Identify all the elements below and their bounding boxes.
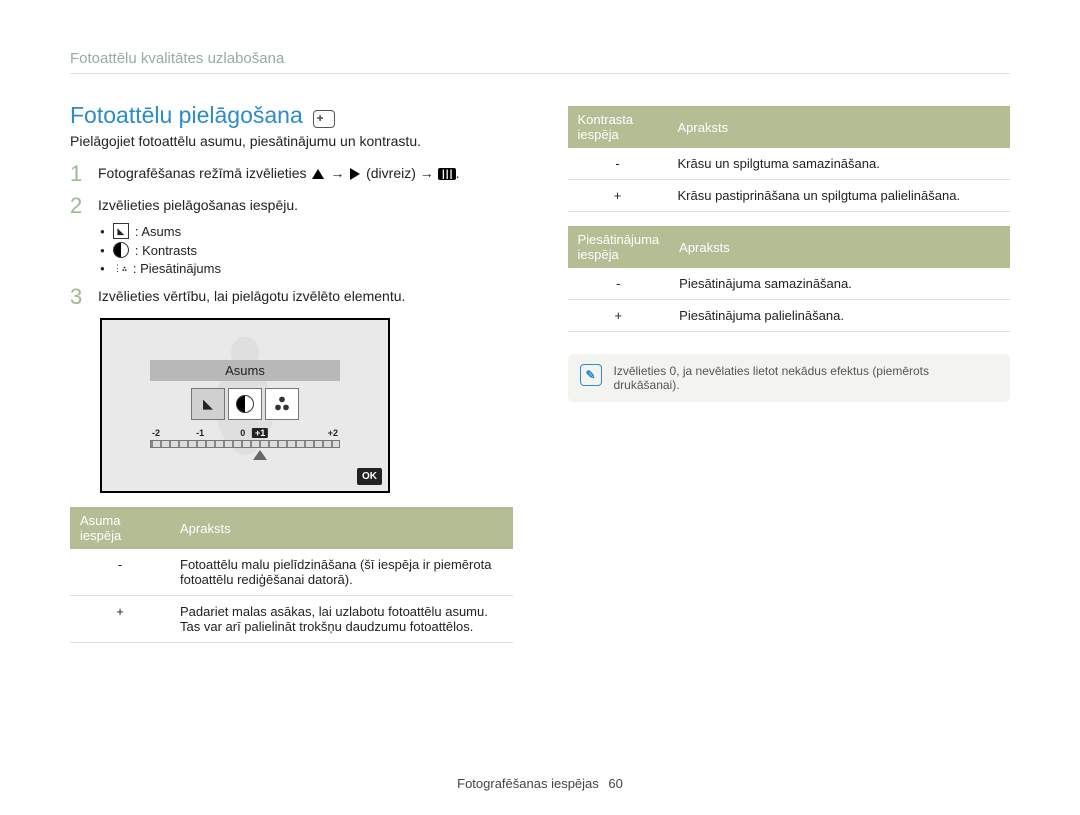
cell-sign: +	[70, 596, 170, 643]
bullet-saturation: : Piesātinājums	[100, 261, 513, 276]
table-row: - Krāsu un spilgtuma samazināšana.	[568, 148, 1011, 180]
table-row: - Fotoattēlu malu pielīdzināšana (šī ies…	[70, 549, 513, 596]
cell-desc: Piesātinājuma palielināšana.	[669, 300, 1010, 332]
th-desc: Apraksts	[170, 507, 513, 549]
up-triangle-icon	[312, 169, 324, 179]
step-3-text: Izvēlieties vērtību, lai pielāgotu izvēl…	[98, 286, 405, 308]
table-row: - Piesātinājuma samazināšana.	[568, 268, 1011, 300]
step-number: 3	[70, 286, 88, 308]
tick: 0	[240, 428, 245, 438]
cell-desc: Padariet malas asākas, lai uzlabotu foto…	[170, 596, 513, 643]
sharpness-table: Asuma iespēja Apraksts - Fotoattēlu malu…	[70, 507, 513, 643]
note-box: ✎ Izvēlieties 0, ja nevēlaties lietot ne…	[568, 354, 1011, 402]
sharpness-icon: ◣	[113, 223, 129, 239]
lcd-param-label: Asums	[150, 360, 340, 381]
cell-sign: -	[70, 549, 170, 596]
content-columns: Fotoattēlu pielāgošana Pielāgojiet fotoa…	[70, 102, 1010, 643]
th-option: Kontrasta iespēja	[568, 106, 668, 148]
cell-desc: Fotoattēlu malu pielīdzināšana (šī iespē…	[170, 549, 513, 596]
cell-sign: +	[568, 180, 668, 212]
page-number: 60	[608, 776, 622, 791]
cell-desc: Krāsu pastiprināšana un spilgtuma paliel…	[668, 180, 1011, 212]
step-2: 2 Izvēlieties pielāgošanas iespēju.	[70, 195, 513, 217]
th-desc: Apraksts	[669, 226, 1010, 268]
step-1: 1 Fotografēšanas režīmā izvēlieties → (d…	[70, 163, 513, 185]
table-row: + Krāsu pastiprināšana un spilgtuma pali…	[568, 180, 1011, 212]
contrast-icon	[113, 242, 129, 258]
table-row: + Piesātinājuma palielināšana.	[568, 300, 1011, 332]
slider-track	[150, 440, 340, 448]
right-column: Kontrasta iespēja Apraksts - Krāsu un sp…	[568, 102, 1011, 643]
step-number: 1	[70, 163, 88, 185]
intro-text: Pielāgojiet fotoattēlu asumu, piesātināj…	[70, 133, 513, 149]
table-row: + Padariet malas asākas, lai uzlabotu fo…	[70, 596, 513, 643]
option-bullets: ◣ : Asums : Kontrasts : Piesātinājums	[100, 223, 513, 276]
page: Fotoattēlu kvalitātes uzlabošana Fotoatt…	[0, 0, 1080, 815]
step-2-text: Izvēlieties pielāgošanas iespēju.	[98, 195, 298, 217]
bullet-contrast-label: : Kontrasts	[135, 243, 197, 258]
step-1-text: Fotografēšanas režīmā izvēlieties → (div…	[98, 163, 460, 185]
bullet-sharpness-label: : Asums	[135, 224, 181, 239]
table-header-row: Piesātinājuma iespēja Apraksts	[568, 226, 1011, 268]
footer: Fotografēšanas iespējas 60	[0, 776, 1080, 791]
table-header-row: Kontrasta iespēja Apraksts	[568, 106, 1011, 148]
slider-thumb-icon	[253, 450, 267, 460]
bullet-contrast: : Kontrasts	[100, 242, 513, 258]
title-row: Fotoattēlu pielāgošana	[70, 102, 513, 129]
lcd-contrast-icon[interactable]	[228, 388, 262, 420]
th-option: Piesātinājuma iespēja	[568, 226, 670, 268]
tick: -1	[196, 428, 204, 438]
saturation-table: Piesātinājuma iespēja Apraksts - Piesāti…	[568, 226, 1011, 332]
tick: -2	[152, 428, 160, 438]
lcd-saturation-icon[interactable]	[265, 388, 299, 420]
slider-ticks: -2 -1 0 +1 +1 +2	[150, 428, 340, 438]
bullet-saturation-label: : Piesātinājums	[133, 261, 221, 276]
contrast-table: Kontrasta iespēja Apraksts - Krāsu un sp…	[568, 106, 1011, 212]
th-option: Asuma iespēja	[70, 507, 170, 549]
step-1-b: (divreiz)	[366, 165, 416, 181]
lcd-icon-row: ◣	[191, 388, 299, 420]
cell-desc: Krāsu un spilgtuma samazināšana.	[668, 148, 1011, 180]
cell-sign: -	[568, 148, 668, 180]
note-text: Izvēlieties 0, ja nevēlaties lietot nekā…	[614, 364, 999, 392]
step-3: 3 Izvēlieties vērtību, lai pielāgotu izv…	[70, 286, 513, 308]
th-desc: Apraksts	[668, 106, 1011, 148]
page-title: Fotoattēlu pielāgošana	[70, 102, 303, 129]
lcd-slider[interactable]: -2 -1 0 +1 +1 +2	[150, 428, 340, 448]
lcd-sharpness-icon[interactable]: ◣	[191, 388, 225, 420]
ok-button[interactable]: OK	[357, 468, 382, 485]
cell-sign: +	[568, 300, 670, 332]
left-column: Fotoattēlu pielāgošana Pielāgojiet fotoa…	[70, 102, 513, 643]
arrow-icon: →	[330, 165, 344, 181]
table-header-row: Asuma iespēja Apraksts	[70, 507, 513, 549]
cell-sign: -	[568, 268, 670, 300]
cell-desc: Piesātinājuma samazināšana.	[669, 268, 1010, 300]
section-header: Fotoattēlu kvalitātes uzlabošana	[70, 50, 1010, 74]
tick: +2	[328, 428, 338, 438]
adjust-menu-icon: ┃┃┃	[438, 168, 456, 180]
camera-mode-icon	[313, 110, 335, 128]
step-1-a: Fotografēšanas režīmā izvēlieties	[98, 165, 307, 181]
camera-lcd-preview: Asums ◣ -2 -1 0	[100, 318, 390, 493]
bullet-sharpness: ◣ : Asums	[100, 223, 513, 239]
step-number: 2	[70, 195, 88, 217]
arrow-icon-2: →	[420, 165, 434, 181]
tick-selected: +1	[252, 428, 268, 438]
right-triangle-icon	[350, 168, 360, 180]
note-icon: ✎	[580, 364, 602, 386]
saturation-icon	[113, 262, 127, 276]
footer-section: Fotografēšanas iespējas	[457, 776, 599, 791]
